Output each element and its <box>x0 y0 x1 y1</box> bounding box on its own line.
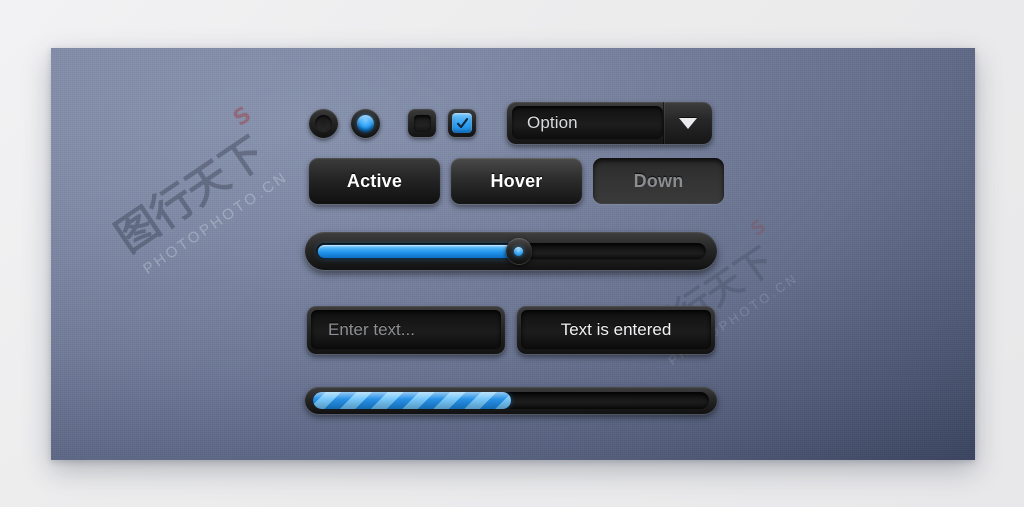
button-active[interactable]: Active <box>309 158 440 204</box>
checkbox-inner-square-filled <box>452 113 472 133</box>
text-input-filled-inner: Text is entered <box>521 310 711 350</box>
checkbox-inner-square <box>413 114 431 132</box>
text-fields-row: Enter text... Text is entered <box>307 306 715 354</box>
checkbox-unchecked[interactable] <box>408 109 436 137</box>
dropdown-select[interactable]: Option <box>507 102 712 144</box>
radio-unselected[interactable] <box>309 108 338 138</box>
buttons-row: Active Hover Down <box>309 158 724 204</box>
text-input-filled[interactable]: Text is entered <box>517 306 715 354</box>
slider-fill <box>318 244 517 258</box>
text-input-placeholder: Enter text... <box>328 320 415 339</box>
progress-track <box>313 392 709 409</box>
slider-control[interactable] <box>305 232 717 270</box>
watermark-seal-icon: S <box>746 215 771 241</box>
dropdown-arrow-button[interactable] <box>663 102 712 144</box>
checkbox-checked[interactable] <box>448 109 476 137</box>
ui-kit-panel: 图行天下 PHOTOPHOTO.CN S 图行天下 PHOTOPHOTO.CN … <box>51 48 975 460</box>
watermark-cn-text: 图行天下 <box>106 127 274 262</box>
screenshot-stage: 图行天下 PHOTOPHOTO.CN S 图行天下 PHOTOPHOTO.CN … <box>0 0 1024 507</box>
watermark-seal-icon: S <box>228 102 257 132</box>
watermark-primary: 图行天下 PHOTOPHOTO.CN S <box>102 102 292 280</box>
chevron-down-icon <box>679 117 697 129</box>
text-input-empty[interactable]: Enter text... <box>307 306 505 354</box>
progress-fill <box>313 392 511 409</box>
button-hover[interactable]: Hover <box>451 158 582 204</box>
slider-track[interactable] <box>316 238 706 264</box>
dropdown-face: Option <box>512 106 663 140</box>
watermark-url-text: PHOTOPHOTO.CN <box>140 168 292 278</box>
text-input-empty-inner: Enter text... <box>311 310 501 350</box>
check-icon <box>456 117 468 128</box>
radio-inner-circle-filled <box>357 114 374 132</box>
slider-knob-dot <box>514 246 524 256</box>
radio-inner-circle <box>315 114 332 132</box>
text-input-value: Text is entered <box>560 320 672 339</box>
progress-bar <box>305 387 717 414</box>
radio-selected[interactable] <box>351 108 380 138</box>
dropdown-selected-value: Option <box>527 113 578 132</box>
toggles-row: Option <box>309 100 712 146</box>
button-down[interactable]: Down <box>593 158 724 204</box>
slider-knob[interactable] <box>505 238 532 264</box>
